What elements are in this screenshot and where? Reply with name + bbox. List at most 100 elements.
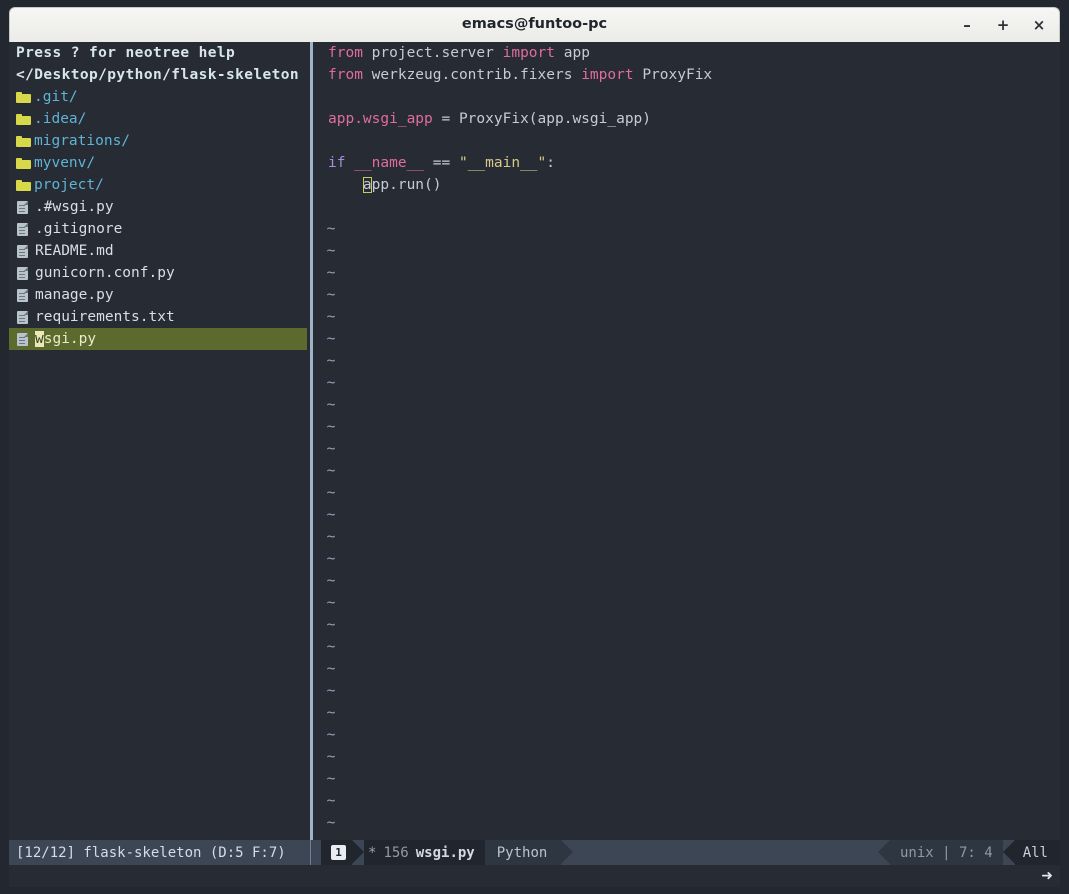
- code-token: project.server: [372, 45, 494, 61]
- neotree-item-label: .gitignore: [35, 218, 122, 240]
- modeline-arrow-2-icon: [561, 840, 573, 864]
- code-token: app: [564, 45, 590, 61]
- neotree-item-project[interactable]: project/: [9, 174, 310, 196]
- empty-line-marker: ~: [321, 702, 341, 724]
- neotree-item-readme-md[interactable]: README.md: [9, 240, 310, 262]
- neotree-sidebar[interactable]: Press ? for neotree help </Desktop/pytho…: [9, 42, 310, 840]
- minimize-button[interactable]: –: [959, 18, 975, 34]
- file-icon: [17, 333, 28, 346]
- empty-line-marker: ~: [321, 548, 341, 570]
- empty-line-marker: ~: [321, 812, 341, 834]
- neotree-root-path[interactable]: </Desktop/python/flask-skeleton: [9, 64, 310, 86]
- window-title: emacs@funtoo-pc: [10, 16, 1059, 32]
- modeline-buffer-size: 156: [383, 845, 415, 861]
- neotree-item-label: .idea/: [34, 108, 86, 130]
- empty-line-marker: ~: [321, 592, 341, 614]
- modeline-arrow-4-icon: [1003, 840, 1015, 864]
- neotree-item-migrations[interactable]: migrations/: [9, 130, 310, 152]
- neotree-item-label: manage.py: [35, 284, 114, 306]
- code-token: [363, 67, 372, 83]
- modeline-right-group: unix | 7: 4 All: [878, 840, 1060, 865]
- code-token: [328, 177, 363, 193]
- empty-line-marker: ~: [321, 460, 341, 482]
- empty-line-marker: ~: [321, 350, 341, 372]
- code-token: [634, 67, 643, 83]
- neotree-item-label: README.md: [35, 240, 114, 262]
- folder-icon: [16, 113, 31, 125]
- file-icon: [17, 223, 28, 236]
- empty-line-marker: ~: [321, 504, 341, 526]
- empty-line-marker: ~: [321, 482, 341, 504]
- emacs-frame: Press ? for neotree help </Desktop/pytho…: [9, 42, 1060, 887]
- modeline-scroll-position: All: [1015, 840, 1060, 865]
- modeline-major-mode: Python: [485, 840, 562, 865]
- empty-line-marker: ~: [321, 262, 341, 284]
- code-token: from: [328, 67, 363, 83]
- code-buffer[interactable]: from project.server import appfrom werkz…: [313, 42, 1060, 840]
- empty-line-marker: ~: [321, 306, 341, 328]
- code-line[interactable]: if __name__ == "__main__":: [313, 152, 1060, 174]
- code-line[interactable]: from werkzeug.contrib.fixers import Prox…: [313, 64, 1060, 86]
- minibuffer[interactable]: ➜: [9, 865, 1060, 887]
- neotree-item-idea[interactable]: .idea/: [9, 108, 310, 130]
- modeline-arrow-3-icon: [878, 840, 890, 864]
- code-token: ProxyFix: [642, 67, 712, 83]
- code-token: import: [503, 45, 555, 61]
- code-token: = ProxyFix(app.wsgi_app): [433, 111, 651, 127]
- empty-line-marker: ~: [321, 284, 341, 306]
- emacs-window: emacs@funtoo-pc – + × Press ? for neotre…: [0, 0, 1069, 894]
- close-button[interactable]: ×: [1031, 18, 1047, 34]
- neotree-item-manage-py[interactable]: manage.py: [9, 284, 310, 306]
- neotree-item-myvenv[interactable]: myvenv/: [9, 152, 310, 174]
- text-cursor: a: [363, 177, 372, 193]
- neotree-item-wsgi-py[interactable]: wsgi.py: [9, 328, 307, 350]
- modeline-arrow-1-icon: [352, 840, 364, 864]
- empty-line-marker: ~: [321, 768, 341, 790]
- empty-line-marker: ~: [321, 658, 341, 680]
- empty-line-marker: ~: [321, 636, 341, 658]
- neotree-cursor: w: [35, 331, 44, 347]
- neotree-file-list: .git/.idea/migrations/myvenv/project/.#w…: [9, 86, 310, 350]
- minibuffer-arrow-icon: ➜: [1041, 867, 1053, 885]
- code-line[interactable]: app.wsgi_app = ProxyFix(app.wsgi_app): [313, 108, 1060, 130]
- neotree-item-git[interactable]: .git/: [9, 86, 310, 108]
- code-line[interactable]: [313, 86, 1060, 108]
- code-token: if: [328, 155, 345, 171]
- neotree-item-gunicorn-conf-py[interactable]: gunicorn.conf.py: [9, 262, 310, 284]
- code-token: [494, 45, 503, 61]
- modeline-buffer-name: wsgi.py: [416, 845, 475, 861]
- modeline-window-number: 1: [321, 840, 352, 865]
- maximize-button[interactable]: +: [995, 18, 1011, 34]
- file-icon: [17, 267, 28, 280]
- code-token: __name__: [354, 155, 424, 171]
- modeline-buffer-info: * 156 wsgi.py: [364, 840, 485, 865]
- file-icon: [17, 289, 28, 302]
- code-token: [572, 67, 581, 83]
- folder-icon: [16, 157, 31, 169]
- code-token: import: [581, 67, 633, 83]
- code-token: :: [546, 155, 555, 171]
- code-token: [345, 155, 354, 171]
- empty-line-marker: ~: [321, 614, 341, 636]
- empty-line-marker: ~: [321, 372, 341, 394]
- neotree-item-wsgi-py[interactable]: .#wsgi.py: [9, 196, 310, 218]
- neotree-item-label: gunicorn.conf.py: [35, 262, 175, 284]
- code-line[interactable]: [313, 130, 1060, 152]
- file-icon: [17, 311, 28, 324]
- code-line[interactable]: from project.server import app: [313, 42, 1060, 64]
- code-token: "__main__": [459, 155, 546, 171]
- code-token: [555, 45, 564, 61]
- neotree-item-gitignore[interactable]: .gitignore: [9, 218, 310, 240]
- neotree-item-label: migrations/: [34, 130, 130, 152]
- empty-line-marker: ~: [321, 790, 341, 812]
- empty-line-marker: ~: [321, 328, 341, 350]
- empty-line-marker: ~: [321, 570, 341, 592]
- window-controls: – + ×: [959, 8, 1047, 43]
- file-icon: [17, 201, 28, 214]
- code-line[interactable]: app.run(): [313, 174, 1060, 196]
- neotree-item-requirements-txt[interactable]: requirements.txt: [9, 306, 310, 328]
- empty-line-marker: ~: [321, 746, 341, 768]
- folder-icon: [16, 179, 31, 191]
- empty-line-marker: ~: [321, 218, 341, 240]
- neotree-item-label: .git/: [34, 86, 78, 108]
